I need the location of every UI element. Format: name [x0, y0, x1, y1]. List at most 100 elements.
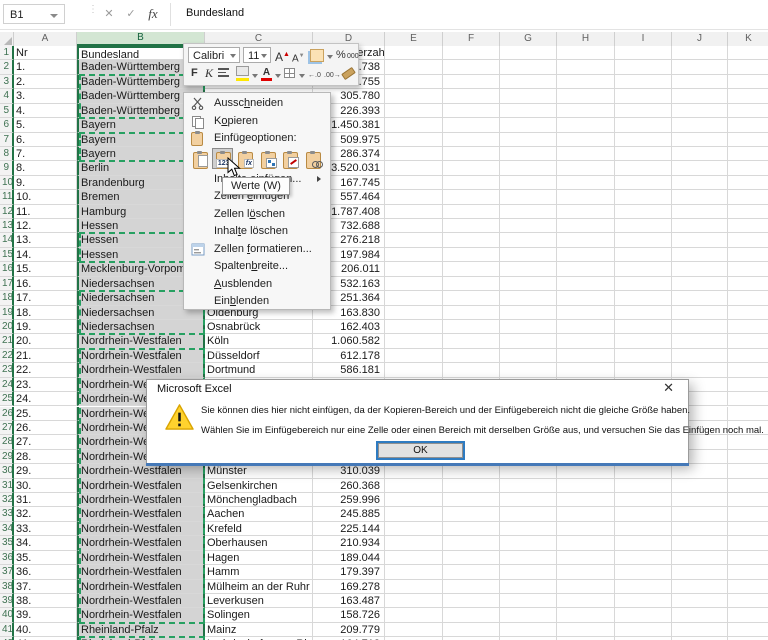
cell-C38[interactable]: Mülheim an der Ruhr: [205, 579, 313, 594]
cell-A3[interactable]: 2.: [14, 74, 77, 90]
cell-H4[interactable]: [557, 89, 615, 104]
cell-E9[interactable]: [385, 161, 443, 176]
cell-H21[interactable]: [557, 334, 615, 349]
cell-H14[interactable]: [557, 233, 615, 248]
cell-A27[interactable]: 26.: [14, 420, 77, 436]
paste-icon-formeln[interactable]: fx: [234, 148, 255, 169]
font-name-select[interactable]: Calibri: [188, 47, 240, 63]
cell-A30[interactable]: 29.: [14, 464, 77, 479]
cell-I37[interactable]: [615, 565, 672, 580]
row-header-17[interactable]: 17: [0, 276, 14, 292]
cell-A40[interactable]: 39.: [14, 608, 77, 623]
cell-E3[interactable]: [385, 74, 443, 90]
cell-G17[interactable]: [500, 276, 557, 292]
comma-style-icon[interactable]: 000: [347, 50, 359, 64]
cell-F1[interactable]: [443, 46, 500, 61]
cell-J23[interactable]: [672, 363, 728, 378]
cell-G10[interactable]: [500, 175, 557, 191]
cell-G7[interactable]: [500, 132, 557, 147]
column-header-G[interactable]: G: [500, 32, 557, 46]
cell-J6[interactable]: [672, 118, 728, 133]
cell-G32[interactable]: [500, 493, 557, 508]
cell-G11[interactable]: [500, 190, 557, 205]
row-header-11[interactable]: 11: [0, 190, 14, 205]
cell-J12[interactable]: [672, 204, 728, 220]
cell-H9[interactable]: [557, 161, 615, 176]
row-header-4[interactable]: 4: [0, 89, 14, 104]
cell-G13[interactable]: [500, 219, 557, 234]
fill-color-icon[interactable]: [236, 66, 249, 81]
cell-J9[interactable]: [672, 161, 728, 176]
cell-K13[interactable]: [728, 219, 768, 234]
cell-C22[interactable]: Düsseldorf: [205, 348, 313, 364]
cell-H37[interactable]: [557, 565, 615, 580]
cell-H35[interactable]: [557, 536, 615, 551]
cell-A8[interactable]: 7.: [14, 146, 77, 162]
cell-E6[interactable]: [385, 118, 443, 133]
cell-H1[interactable]: [557, 46, 615, 61]
row-header-15[interactable]: 15: [0, 247, 14, 263]
cell-H3[interactable]: [557, 74, 615, 90]
cell-J7[interactable]: [672, 132, 728, 147]
cell-H6[interactable]: [557, 118, 615, 133]
cell-E35[interactable]: [385, 536, 443, 551]
cell-K25[interactable]: [728, 392, 768, 407]
row-header-7[interactable]: 7: [0, 132, 14, 147]
cell-E33[interactable]: [385, 507, 443, 522]
cell-F20[interactable]: [443, 319, 500, 335]
cell-D22[interactable]: 612.178: [313, 348, 385, 364]
row-header-41[interactable]: 41: [0, 622, 14, 638]
align-icon[interactable]: [218, 68, 229, 77]
column-header-F[interactable]: F: [443, 32, 500, 46]
cell-H34[interactable]: [557, 521, 615, 537]
row-header-33[interactable]: 33: [0, 507, 14, 522]
cell-A31[interactable]: 30.: [14, 478, 77, 493]
cell-D40[interactable]: 158.726: [313, 608, 385, 623]
cell-A16[interactable]: 15.: [14, 262, 77, 277]
cell-G3[interactable]: [500, 74, 557, 90]
cell-A2[interactable]: 1.: [14, 60, 77, 75]
cell-F37[interactable]: [443, 565, 500, 580]
cell-G1[interactable]: [500, 46, 557, 61]
cell-J37[interactable]: [672, 565, 728, 580]
cell-C33[interactable]: Aachen: [205, 507, 313, 522]
cell-K31[interactable]: [728, 478, 768, 493]
increase-decimal-icon[interactable]: ←.0: [308, 69, 321, 83]
cell-J1[interactable]: [672, 46, 728, 61]
cell-J18[interactable]: [672, 291, 728, 306]
column-header-E[interactable]: E: [385, 32, 443, 46]
cell-H19[interactable]: [557, 305, 615, 320]
format-painter-icon[interactable]: [310, 49, 324, 66]
row-header-16[interactable]: 16: [0, 262, 14, 277]
cell-D21[interactable]: 1.060.582: [313, 334, 385, 349]
cell-G41[interactable]: [500, 622, 557, 638]
cell-K34[interactable]: [728, 521, 768, 537]
cell-F40[interactable]: [443, 608, 500, 623]
cell-A5[interactable]: 4.: [14, 103, 77, 119]
row-header-3[interactable]: 3: [0, 74, 14, 90]
cell-B22[interactable]: Nordrhein-Westfalen: [77, 348, 205, 364]
cell-A32[interactable]: 31.: [14, 493, 77, 508]
row-header-36[interactable]: 36: [0, 550, 14, 566]
font-size-select[interactable]: 11: [243, 47, 271, 63]
cell-K37[interactable]: [728, 565, 768, 580]
cell-G5[interactable]: [500, 103, 557, 119]
cell-A29[interactable]: 28.: [14, 449, 77, 465]
cell-A22[interactable]: 21.: [14, 348, 77, 364]
cell-G39[interactable]: [500, 593, 557, 609]
cell-A28[interactable]: 27.: [14, 435, 77, 450]
cell-C30[interactable]: Münster: [205, 464, 313, 479]
cell-F10[interactable]: [443, 175, 500, 191]
row-header-18[interactable]: 18: [0, 291, 14, 306]
column-header-H[interactable]: H: [557, 32, 615, 46]
cell-J4[interactable]: [672, 89, 728, 104]
cell-G33[interactable]: [500, 507, 557, 522]
row-header-23[interactable]: 23: [0, 363, 14, 378]
cell-A21[interactable]: 20.: [14, 334, 77, 349]
cell-F7[interactable]: [443, 132, 500, 147]
cell-A35[interactable]: 34.: [14, 536, 77, 551]
cell-E21[interactable]: [385, 334, 443, 349]
format-brush-icon[interactable]: [341, 66, 356, 81]
row-header-30[interactable]: 30: [0, 464, 14, 479]
paste-icon-verknuepfung[interactable]: [302, 148, 323, 169]
